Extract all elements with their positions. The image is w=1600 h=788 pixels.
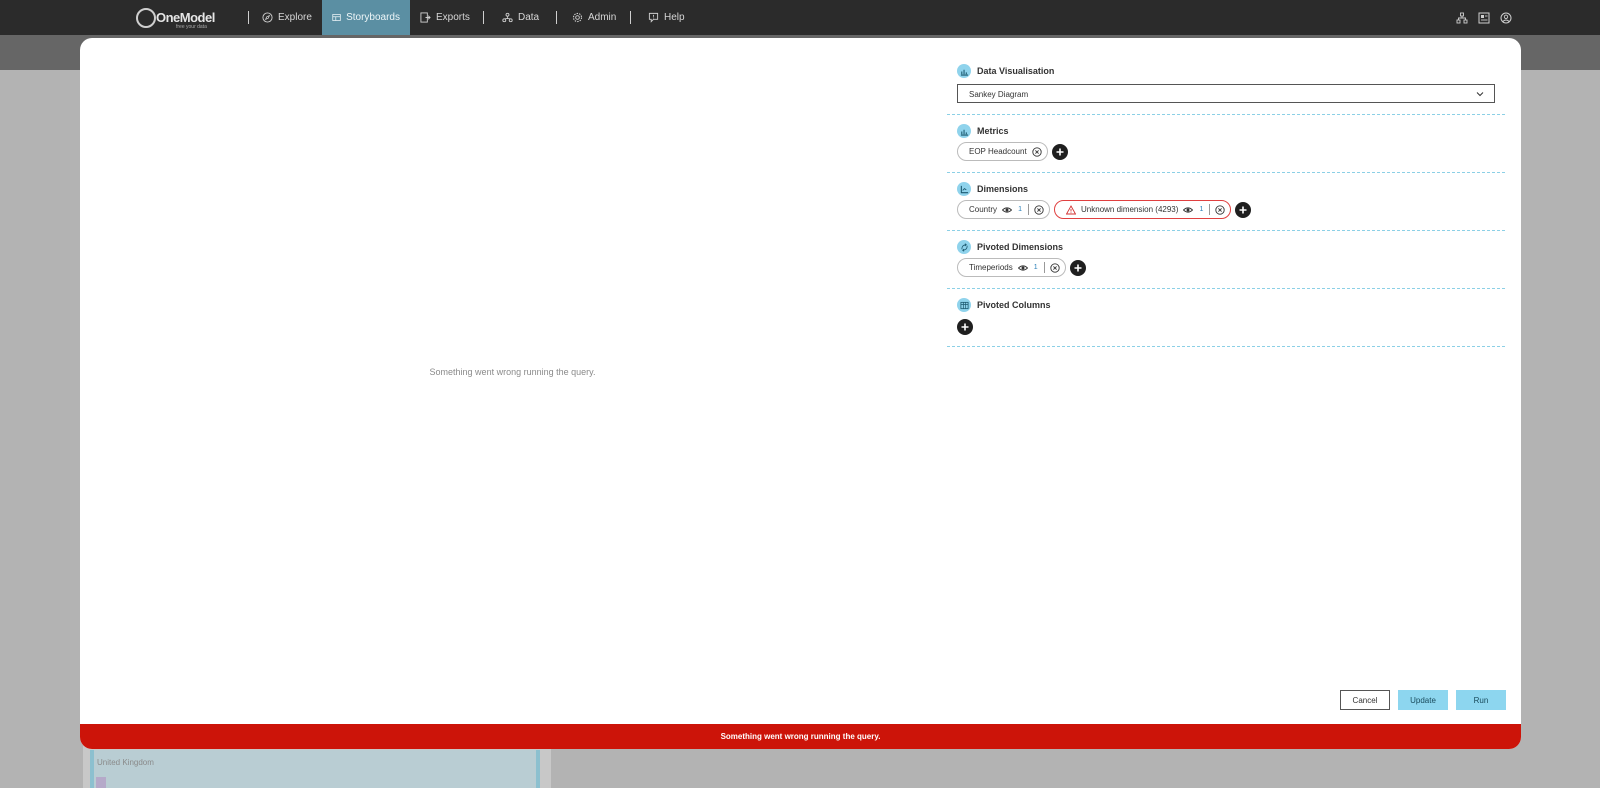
remove-icon[interactable] bbox=[1032, 146, 1042, 157]
nav-item-label: Explore bbox=[278, 12, 312, 23]
add-dimension-button[interactable] bbox=[1235, 201, 1252, 218]
chip-divider bbox=[1043, 262, 1045, 273]
nav-separator bbox=[483, 11, 484, 24]
chip-divider bbox=[1209, 204, 1211, 215]
plus-icon bbox=[1074, 264, 1082, 271]
warning-icon bbox=[1066, 204, 1077, 214]
remove-icon[interactable] bbox=[1034, 204, 1044, 215]
metrics-icon bbox=[957, 124, 971, 138]
eye-icon[interactable] bbox=[1017, 263, 1028, 273]
visualisation-type-select[interactable]: Sankey Diagram bbox=[957, 84, 1495, 103]
logo-name: OneModel bbox=[156, 10, 215, 25]
nav-item-label: Help bbox=[664, 12, 685, 23]
section-title: Pivoted Dimensions bbox=[977, 242, 1064, 252]
edit-tile-modal: Something went wrong running the query. … bbox=[80, 38, 1521, 749]
background-card-label: United Kingdom bbox=[97, 758, 154, 767]
section-dimensions: Dimensions Country 1 Unknown dimension (… bbox=[947, 173, 1505, 231]
eye-icon[interactable] bbox=[1002, 205, 1013, 215]
top-navigation: OneModel free your data Explore Storyboa… bbox=[0, 0, 1600, 35]
chip-label: Timeperiods bbox=[969, 263, 1013, 272]
background-chart-card bbox=[90, 750, 540, 788]
pivoted-dimension-chip-list: Timeperiods 1 bbox=[957, 258, 1086, 277]
pivot-icon bbox=[957, 240, 971, 254]
add-pivoted-dimension-button[interactable] bbox=[1069, 259, 1086, 276]
nav-item-explore[interactable]: Explore bbox=[252, 0, 322, 35]
nav-separator bbox=[248, 11, 249, 24]
dimension-chip-unknown[interactable]: Unknown dimension (4293) 1 bbox=[1054, 200, 1232, 219]
section-pivoted-dimensions: Pivoted Dimensions Timeperiods 1 bbox=[947, 231, 1505, 289]
remove-icon[interactable] bbox=[1215, 204, 1226, 215]
chip-label: Country bbox=[969, 205, 998, 214]
nav-item-exports[interactable]: Exports bbox=[410, 0, 480, 35]
nav-separator bbox=[630, 11, 631, 24]
dimension-chip-country[interactable]: Country 1 bbox=[957, 200, 1051, 219]
level-count[interactable]: 1 bbox=[1017, 206, 1023, 213]
dimension-chip-list: Country 1 Unknown dimension (4293) 1 bbox=[957, 200, 1252, 219]
level-count[interactable]: 1 bbox=[1198, 206, 1204, 213]
section-header: Pivoted Columns bbox=[957, 298, 1051, 312]
section-title: Pivoted Columns bbox=[977, 300, 1051, 310]
dimensions-icon bbox=[957, 182, 971, 196]
select-value: Sankey Diagram bbox=[969, 90, 1029, 99]
run-button[interactable]: Run bbox=[1456, 690, 1506, 710]
chevron-down-icon bbox=[1476, 92, 1484, 97]
logo-mark-icon bbox=[136, 8, 156, 28]
dashboard-icon[interactable] bbox=[1476, 10, 1491, 25]
update-button[interactable]: Update bbox=[1398, 690, 1448, 710]
section-pivoted-columns: Pivoted Columns bbox=[947, 289, 1505, 347]
storyboard-icon bbox=[332, 14, 341, 21]
gear-icon bbox=[572, 12, 583, 23]
cancel-button[interactable]: Cancel bbox=[1340, 690, 1390, 710]
section-header: Data Visualisation bbox=[957, 64, 1054, 78]
section-title: Dimensions bbox=[977, 184, 1029, 194]
level-count[interactable]: 1 bbox=[1033, 264, 1039, 271]
section-title: Metrics bbox=[977, 126, 1009, 136]
section-data-visualisation: Data Visualisation Sankey Diagram bbox=[947, 38, 1505, 115]
nav-item-storyboards[interactable]: Storyboards bbox=[322, 0, 410, 35]
remove-icon[interactable] bbox=[1050, 262, 1060, 273]
export-icon bbox=[420, 12, 431, 23]
preview-error-message: Something went wrong running the query. bbox=[429, 367, 596, 377]
data-icon bbox=[502, 12, 513, 23]
help-icon bbox=[648, 12, 659, 23]
metric-chip-list: EOP Headcount bbox=[957, 142, 1068, 161]
columns-icon bbox=[957, 298, 971, 312]
metric-chip[interactable]: EOP Headcount bbox=[957, 142, 1048, 161]
chip-divider bbox=[1028, 204, 1030, 215]
plus-icon bbox=[1239, 206, 1247, 213]
add-pivoted-column-button[interactable] bbox=[957, 319, 973, 335]
nav-item-label: Admin bbox=[588, 12, 617, 23]
section-metrics: Metrics EOP Headcount bbox=[947, 115, 1505, 173]
compass-icon bbox=[262, 12, 273, 23]
section-title: Data Visualisation bbox=[977, 66, 1055, 76]
nav-item-label: Data bbox=[518, 12, 540, 23]
plus-icon bbox=[961, 323, 969, 331]
chip-label: EOP Headcount bbox=[969, 147, 1027, 156]
pivoted-column-chip-list bbox=[957, 319, 973, 335]
onemodel-logo[interactable]: OneModel free your data bbox=[136, 6, 226, 30]
nav-item-label: Exports bbox=[436, 12, 470, 23]
add-metric-button[interactable] bbox=[1051, 143, 1068, 160]
background-chart-bar bbox=[96, 777, 106, 788]
eye-icon[interactable] bbox=[1183, 205, 1194, 215]
section-header: Metrics bbox=[957, 124, 1009, 138]
logo-tagline: free your data bbox=[176, 24, 207, 30]
nav-item-admin[interactable]: Admin bbox=[562, 0, 626, 35]
nav-item-label: Storyboards bbox=[346, 12, 400, 23]
chart-icon bbox=[957, 64, 971, 78]
user-icon[interactable] bbox=[1498, 10, 1513, 25]
section-header: Dimensions bbox=[957, 182, 1028, 196]
org-chart-icon[interactable] bbox=[1454, 10, 1469, 25]
nav-separator bbox=[556, 11, 557, 24]
nav-item-help[interactable]: Help bbox=[638, 0, 695, 35]
nav-item-data[interactable]: Data bbox=[492, 0, 549, 35]
error-banner: Something went wrong running the query. bbox=[80, 724, 1521, 749]
pivoted-dimension-chip-timeperiods[interactable]: Timeperiods 1 bbox=[957, 258, 1066, 277]
chip-label: Unknown dimension (4293) bbox=[1081, 205, 1179, 214]
plus-icon bbox=[1056, 148, 1064, 155]
section-header: Pivoted Dimensions bbox=[957, 240, 1063, 254]
